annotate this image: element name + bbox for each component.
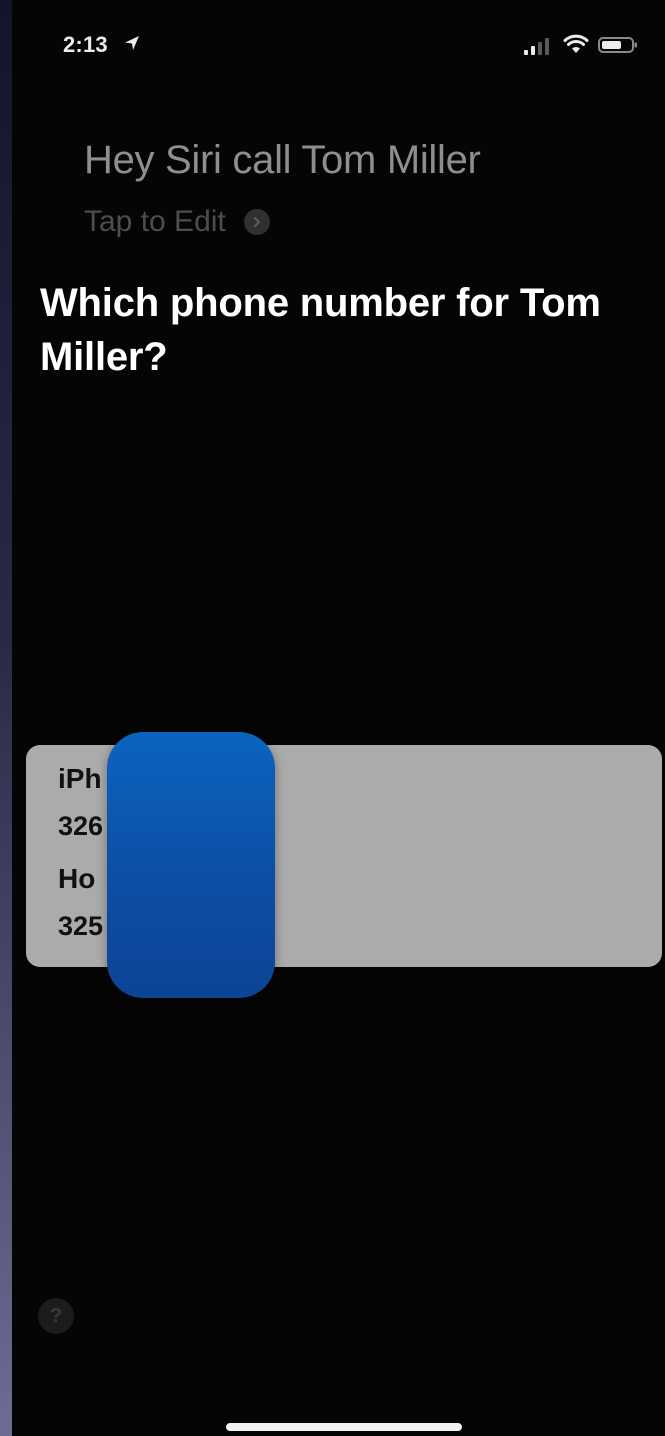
spoken-query-text: Hey Siri call Tom Miller [84, 138, 481, 182]
phone-option-number: 325 [58, 911, 104, 941]
status-bar: 2:13 [12, 26, 665, 66]
battery-icon [598, 37, 637, 53]
phone-option-label: iPh [58, 763, 102, 794]
redaction-overlay [107, 732, 275, 998]
cellular-signal-icon [524, 38, 549, 55]
question-mark-icon: ? [49, 1304, 63, 1327]
location-arrow-icon [125, 36, 139, 50]
chevron-right-icon [243, 209, 270, 235]
siri-screen: 2:13 Hey Siri call Tom Miller Tap to Edi… [12, 0, 665, 1436]
status-time: 2:13 [63, 32, 108, 57]
help-button[interactable]: ? [38, 1298, 74, 1334]
tap-to-edit-button[interactable]: Tap to Edit [84, 205, 270, 239]
home-indicator[interactable] [226, 1423, 462, 1431]
phone-option-number: 326 [58, 811, 104, 841]
siri-response-question: Which phone number for Tom Miller? [40, 281, 601, 379]
tap-to-edit-label: Tap to Edit [84, 205, 226, 238]
wifi-icon [563, 34, 589, 53]
phone-option-label: Ho [58, 863, 96, 894]
